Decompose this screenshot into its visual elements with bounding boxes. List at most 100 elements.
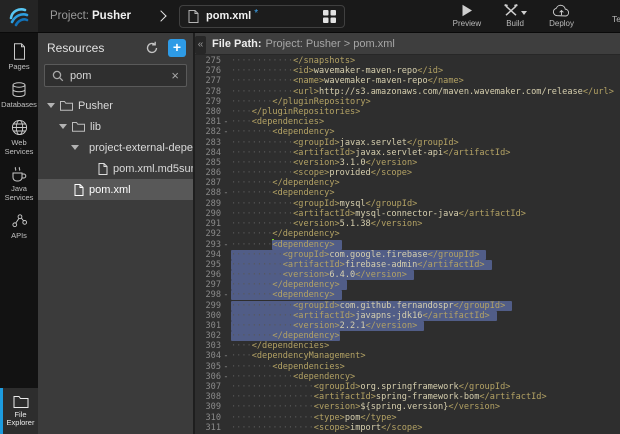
code-line[interactable]: 309················<version>${spring.ver… — [195, 402, 620, 412]
fold-marker[interactable]: - — [221, 372, 231, 382]
code-line[interactable]: 305-········<dependencies> — [195, 362, 620, 372]
code-line[interactable]: 293-········<dependency> — [195, 239, 620, 249]
code-line[interactable]: 277············<name>wavemaker-maven-rep… — [195, 76, 620, 86]
code-line[interactable]: 284············<artifactId>javax.servlet… — [195, 148, 620, 158]
line-number: 306 — [195, 372, 221, 382]
tab-pom-xml[interactable]: pom.xml * — [179, 5, 345, 28]
deploy-button[interactable]: Deploy — [549, 4, 574, 28]
build-button[interactable]: Build — [503, 4, 527, 28]
code-line[interactable]: 283············<groupId>javax.servlet</g… — [195, 138, 620, 148]
sidebar-item-web-services[interactable]: Web Services — [0, 119, 38, 156]
chevron-right-icon — [155, 10, 166, 21]
code-line[interactable]: 302········</dependency> — [195, 331, 620, 341]
code-line[interactable]: 292········</dependency> — [195, 229, 620, 239]
code-line[interactable]: 311················<scope>import</scope> — [195, 423, 620, 433]
sidebar-item-label: Databases — [1, 101, 37, 110]
code-line[interactable]: 304-····<dependencyManagement> — [195, 351, 620, 361]
sidebar-item-java-services[interactable]: Java Services — [0, 166, 38, 202]
code-line[interactable]: 280····</pluginRepositories> — [195, 107, 620, 117]
indent-whitespace: ········ — [231, 362, 272, 372]
code-line[interactable]: 296··········<version>6.4.0</version> — [195, 270, 620, 280]
dashboard-grid-icon[interactable] — [323, 10, 336, 23]
modified-indicator: * — [254, 8, 258, 19]
fold-marker[interactable]: - — [221, 117, 231, 127]
resources-header: Resources + — [38, 33, 193, 62]
clear-search-icon[interactable]: × — [171, 69, 179, 82]
tree-item-lib[interactable]: lib — [38, 116, 193, 137]
line-number: 301 — [195, 321, 221, 331]
tree-item-pusher[interactable]: Pusher — [38, 95, 193, 116]
line-number: 305 — [195, 362, 221, 372]
resources-panel: « Resources + × Pusher — [38, 33, 195, 434]
code-line[interactable]: 298-········<dependency> — [195, 290, 620, 300]
preview-button[interactable]: Preview — [453, 4, 481, 28]
project-name: Pusher — [92, 10, 131, 22]
code-line[interactable]: 286············<scope>provided</scope> — [195, 168, 620, 178]
code-line[interactable]: 307················<groupId>org.springfr… — [195, 382, 620, 392]
sidebar-item-pages[interactable]: Pages — [0, 43, 38, 72]
code-line[interactable]: 291············<version>5.1.38</version> — [195, 219, 620, 229]
code-line[interactable]: 295··········<artifactId>firebase-admin<… — [195, 260, 620, 270]
code-line[interactable]: 294··········<groupId>com.google.firebas… — [195, 250, 620, 260]
fold-marker[interactable]: - — [221, 188, 231, 198]
sidebar-item-apis[interactable]: APIs — [0, 212, 38, 241]
tree-item-label: pom.xml.md5sum — [113, 163, 193, 175]
code-line[interactable]: 306-············<dependency> — [195, 372, 620, 382]
line-number: 290 — [195, 209, 221, 219]
app-logo[interactable] — [0, 0, 38, 32]
indent-whitespace: ············ — [231, 87, 293, 97]
line-number: 310 — [195, 413, 221, 423]
selection-highlight: ··········<artifactId>firebase-admin</ar… — [231, 260, 492, 270]
line-number: 298 — [195, 290, 221, 300]
search-input[interactable] — [70, 70, 165, 82]
tree-item-pom-xml[interactable]: pom.xml — [38, 179, 193, 200]
indent-whitespace: ············ — [231, 66, 293, 76]
project-selector[interactable]: Project:Pusher — [50, 10, 131, 22]
code-line[interactable]: 276············<id>wavemaker-maven-repo<… — [195, 66, 620, 76]
selection-highlight: ··········<version>6.4.0</version> — [231, 270, 414, 280]
code-line[interactable]: 290············<artifactId>mysql-connect… — [195, 209, 620, 219]
code-line[interactable]: 288-········<dependency> — [195, 188, 620, 198]
caret-down-icon[interactable] — [47, 103, 55, 108]
code-area[interactable]: 275············</snapshots>276··········… — [195, 55, 620, 433]
indent-whitespace: ············ — [231, 138, 293, 148]
code-line[interactable]: 285············<version>3.1.0</version> — [195, 158, 620, 168]
fold-marker[interactable]: - — [221, 127, 231, 137]
code-line[interactable]: 282-········<dependency> — [195, 127, 620, 137]
refresh-icon[interactable] — [145, 41, 159, 55]
deploy-cloud-icon — [552, 4, 571, 17]
code-line[interactable]: 299············<groupId>com.github.ferna… — [195, 301, 620, 311]
tree-item-project-external-dependencies[interactable]: project-external-dependencies — [38, 137, 193, 158]
sidebar-item-databases[interactable]: Databases — [0, 82, 38, 110]
sidebar-item-file-explorer[interactable]: File Explorer — [0, 388, 38, 434]
indent-whitespace: ········ — [231, 127, 272, 137]
code-line[interactable]: 310················<type>pom</type> — [195, 413, 620, 423]
code-line[interactable]: 297········</dependency> — [195, 280, 620, 290]
fold-marker[interactable]: - — [221, 362, 231, 372]
indent-whitespace: ···· — [231, 107, 252, 117]
build-tools-icon — [503, 4, 519, 17]
line-number: 288 — [195, 188, 221, 198]
collapse-panel-button[interactable]: « — [195, 36, 206, 54]
caret-down-icon[interactable] — [71, 145, 79, 150]
code-line[interactable]: 301············<version>2.2.1</version> — [195, 321, 620, 331]
code-line[interactable]: 308················<artifactId>spring-fr… — [195, 392, 620, 402]
code-line[interactable]: 303····</dependencies> — [195, 341, 620, 351]
fold-marker[interactable]: - — [221, 290, 231, 300]
code-line[interactable]: 281-····<dependencies> — [195, 117, 620, 127]
code-line[interactable]: 289············<groupId>mysql</groupId> — [195, 199, 620, 209]
code-line[interactable]: 279········</pluginRepository> — [195, 97, 620, 107]
caret-down-icon[interactable] — [59, 124, 67, 129]
code-line[interactable]: 275············</snapshots> — [195, 56, 620, 66]
code-line[interactable]: 287········</dependency> — [195, 178, 620, 188]
tab-file-name: pom.xml — [206, 10, 251, 22]
code-line[interactable]: 278············<url>http://s3.amazonaws.… — [195, 87, 620, 97]
resource-search-box: × — [44, 64, 187, 87]
play-icon — [461, 4, 473, 17]
project-label: Project: — [50, 10, 89, 22]
code-line[interactable]: 300············<artifactId>javapns-jdk16… — [195, 311, 620, 321]
truncated-toolbar-label[interactable]: Te — [612, 14, 620, 24]
add-resource-button[interactable]: + — [168, 39, 186, 57]
tree-item-pom-xml-md5sum[interactable]: pom.xml.md5sum — [38, 158, 193, 179]
fold-marker[interactable]: - — [221, 351, 231, 361]
